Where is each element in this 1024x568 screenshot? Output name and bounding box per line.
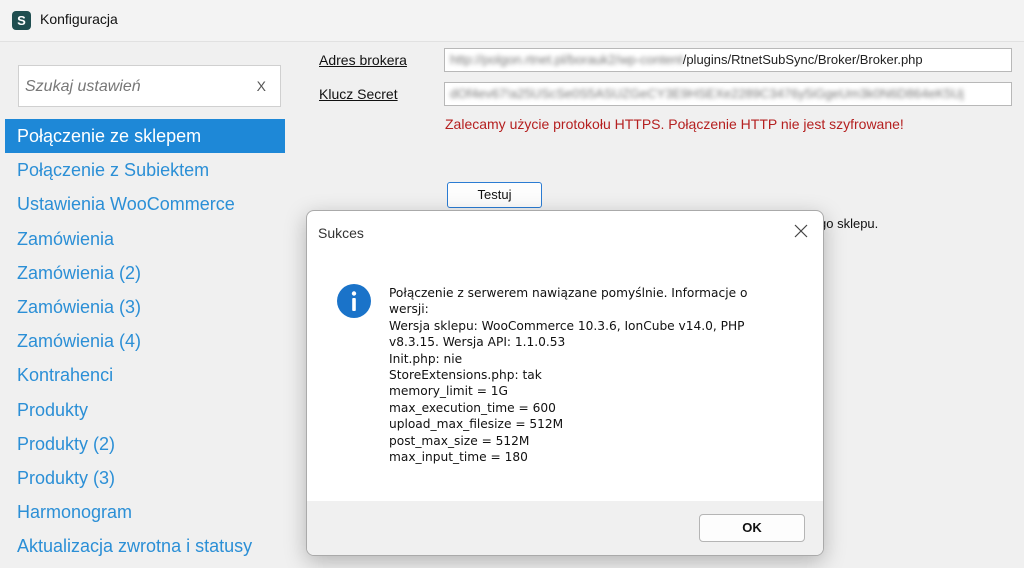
message-line: upload_max_filesize = 512M [389, 417, 564, 432]
sidebar-item[interactable]: Aktualizacja zwrotna i statusy [5, 529, 285, 563]
message-line: max_input_time = 180 [389, 450, 528, 465]
search-placeholder: Szukaj ustawień [25, 78, 141, 95]
close-icon[interactable] [793, 223, 809, 239]
ok-button[interactable]: OK [699, 514, 805, 542]
message-line: wersji: [389, 302, 429, 317]
sidebar-item[interactable]: Zamówienia [5, 222, 285, 256]
sidebar-item[interactable]: Ustawienia WooCommerce [5, 187, 285, 221]
message-line: post_max_size = 512M [389, 433, 530, 448]
dialog-footer: OK [307, 501, 823, 555]
window-title: Konfiguracja [40, 11, 118, 27]
dialog-message: Połączenie z serwerem nawiązane pomyślni… [389, 285, 799, 465]
message-line: Init.php: nie [389, 351, 463, 366]
sidebar-item[interactable]: Zamówienia (4) [5, 324, 285, 358]
secret-key-label: Klucz Secret [319, 86, 398, 102]
message-line: StoreExtensions.php: tak [389, 368, 542, 383]
test-button[interactable]: Testuj [447, 182, 542, 208]
broker-address-input[interactable]: http://polgon.rtnet.pl/borauk2/wp-conten… [444, 48, 1012, 72]
sidebar-item[interactable]: Połączenie ze sklepem [5, 119, 285, 154]
secret-key-input[interactable]: dOf4ev67!a25UScSe0S5ASUZGeCY3E9HSEXe2289… [444, 82, 1012, 106]
settings-nav: Połączenie ze sklepem Połączenie z Subiek… [5, 119, 285, 563]
obscured-info-text: go sklepu. [819, 216, 879, 231]
broker-address-path: /plugins/RtnetSubSync/Broker/Broker.php [682, 52, 923, 67]
sidebar-item[interactable]: Produkty [5, 393, 285, 427]
sidebar-item[interactable]: Zamówienia (2) [5, 256, 285, 290]
sidebar-item[interactable]: Produkty (3) [5, 461, 285, 495]
sidebar-item[interactable]: Połączenie z Subiektem [5, 153, 285, 187]
secret-key-value: dOf4ev67!a25UScSe0S5ASUZGeCY3E9HSEXe2289… [450, 86, 964, 101]
message-line: memory_limit = 1G [389, 384, 508, 399]
message-line: max_execution_time = 600 [389, 400, 556, 415]
sidebar-item[interactable]: Produkty (2) [5, 427, 285, 461]
search-clear-button[interactable]: X [257, 78, 266, 94]
info-icon [337, 284, 371, 318]
settings-search-input[interactable]: Szukaj ustawień X [18, 65, 281, 107]
sidebar-item[interactable]: Kontrahenci [5, 358, 285, 392]
sidebar-item[interactable]: Zamówienia (3) [5, 290, 285, 324]
app-icon: S [12, 11, 31, 30]
success-dialog: Sukces Połączenie z serwerem nawiązane p… [306, 210, 824, 556]
message-line: v8.3.15. Wersja API: 1.1.0.53 [389, 335, 566, 350]
dialog-title: Sukces [318, 225, 364, 241]
sidebar-item[interactable]: Harmonogram [5, 495, 285, 529]
message-line: Wersja sklepu: WooCommerce 10.3.6, IonCu… [389, 318, 745, 333]
sidebar: Szukaj ustawień X Połączenie ze sklepem P… [5, 44, 295, 568]
message-line: Połączenie z serwerem nawiązane pomyślni… [389, 286, 748, 300]
broker-address-label: Adres brokera [319, 52, 407, 68]
https-warning: Zalecamy użycie protokołu HTTPS. Połącze… [445, 116, 904, 132]
broker-address-blurred: http://polgon.rtnet.pl/borauk2/wp-conten… [450, 52, 683, 67]
title-bar: S Konfiguracja [0, 0, 1024, 42]
